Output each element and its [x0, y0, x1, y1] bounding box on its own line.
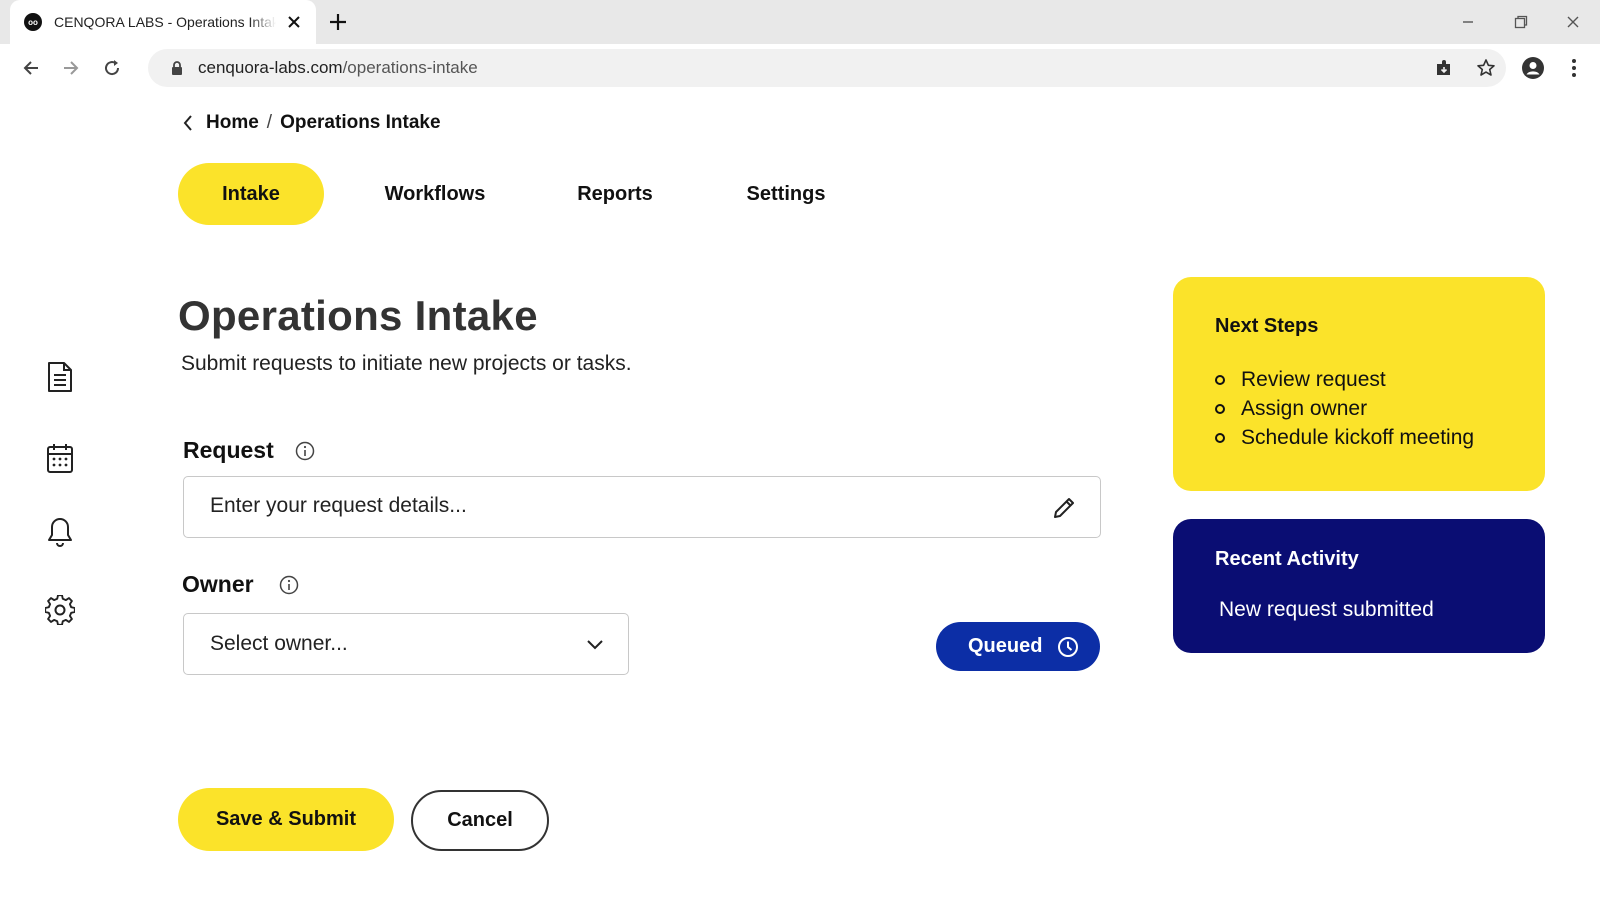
browser-toolbar: cenquora-labs.com/operations-intake	[0, 44, 1600, 92]
owner-label-text: Owner	[182, 571, 254, 597]
chevron-left-icon[interactable]	[178, 113, 198, 133]
close-tab-icon[interactable]	[284, 12, 304, 32]
close-window-icon[interactable]	[1559, 8, 1587, 36]
recent-activity-card: Recent Activity New request submitted	[1173, 519, 1545, 653]
reload-icon[interactable]	[99, 55, 125, 81]
status-text: Queued	[968, 635, 1043, 657]
favicon-icon: oo	[24, 13, 42, 31]
document-icon[interactable]	[44, 360, 76, 394]
next-steps-card: Next Steps Review request Assign owner S…	[1173, 277, 1545, 491]
bullet-icon	[1215, 374, 1225, 385]
breadcrumb: Home / Operations Intake	[178, 110, 441, 136]
bell-icon[interactable]	[44, 515, 76, 549]
activity-item[interactable]: New request submitted	[1219, 598, 1434, 622]
new-tab-icon[interactable]	[326, 10, 350, 34]
status-badge: Queued	[936, 622, 1100, 671]
owner-select-value: Select owner...	[210, 632, 348, 655]
profile-icon[interactable]	[1520, 55, 1546, 81]
pencil-icon[interactable]	[1050, 494, 1078, 522]
list-item: Schedule kickoff meeting	[1215, 423, 1474, 452]
breadcrumb-home-link[interactable]: Home	[206, 112, 259, 134]
recent-activity-title: Recent Activity	[1215, 548, 1359, 570]
page-subtitle: Submit requests to initiate new projects…	[181, 352, 632, 375]
owner-select[interactable]: Select owner...	[183, 613, 629, 675]
request-label-text: Request	[183, 437, 274, 463]
restore-icon[interactable]	[1507, 8, 1535, 36]
list-item: Assign owner	[1215, 394, 1474, 423]
page-title: Operations Intake	[178, 292, 538, 339]
minimize-icon[interactable]	[1454, 8, 1482, 36]
browser-tab[interactable]: oo CENQORA LABS - Operations Intake	[10, 0, 316, 44]
info-icon[interactable]	[294, 440, 316, 462]
tab-reports[interactable]: Reports	[562, 163, 668, 225]
request-placeholder: Enter your request details...	[210, 494, 467, 517]
tab-settings[interactable]: Settings	[729, 163, 843, 225]
url-text: cenquora-labs.com/operations-intake	[198, 58, 478, 78]
extension-icon[interactable]	[1432, 56, 1456, 80]
gear-icon[interactable]	[44, 593, 76, 627]
step-text: Review request	[1241, 367, 1386, 391]
next-steps-title: Next Steps	[1215, 315, 1319, 337]
lock-icon	[170, 60, 184, 81]
back-arrow-icon[interactable]	[18, 55, 44, 81]
save-submit-button[interactable]: Save & Submit	[178, 788, 394, 851]
tab-intake[interactable]: Intake	[178, 163, 324, 225]
next-steps-list: Review request Assign owner Schedule kic…	[1215, 365, 1474, 452]
clock-icon	[1056, 635, 1080, 659]
request-input[interactable]: Enter your request details...	[183, 476, 1101, 538]
tab-title: CENQORA LABS - Operations Intake	[54, 14, 276, 30]
list-item: Review request	[1215, 365, 1474, 394]
url-domain: cenquora-labs.com	[198, 58, 343, 77]
breadcrumb-current: Operations Intake	[280, 112, 441, 133]
request-label: Request	[183, 437, 316, 464]
bullet-icon	[1215, 403, 1225, 414]
calendar-icon[interactable]	[44, 441, 76, 475]
step-text: Assign owner	[1241, 396, 1368, 420]
cancel-button[interactable]: Cancel	[411, 790, 549, 851]
owner-label: Owner	[182, 571, 300, 598]
url-path: /operations-intake	[342, 58, 478, 77]
more-menu-icon[interactable]	[1561, 55, 1587, 81]
info-icon[interactable]	[278, 574, 300, 596]
step-text: Schedule kickoff meeting	[1241, 425, 1475, 449]
tab-workflows[interactable]: Workflows	[374, 163, 496, 225]
breadcrumb-separator: /	[266, 112, 273, 133]
bookmark-star-icon[interactable]	[1474, 56, 1498, 80]
browser-tab-bar: oo CENQORA LABS - Operations Intake	[0, 0, 1600, 44]
bullet-icon	[1215, 432, 1225, 443]
chevron-down-icon	[584, 634, 606, 656]
address-bar[interactable]: cenquora-labs.com/operations-intake	[148, 49, 1506, 87]
forward-arrow-icon[interactable]	[58, 55, 84, 81]
